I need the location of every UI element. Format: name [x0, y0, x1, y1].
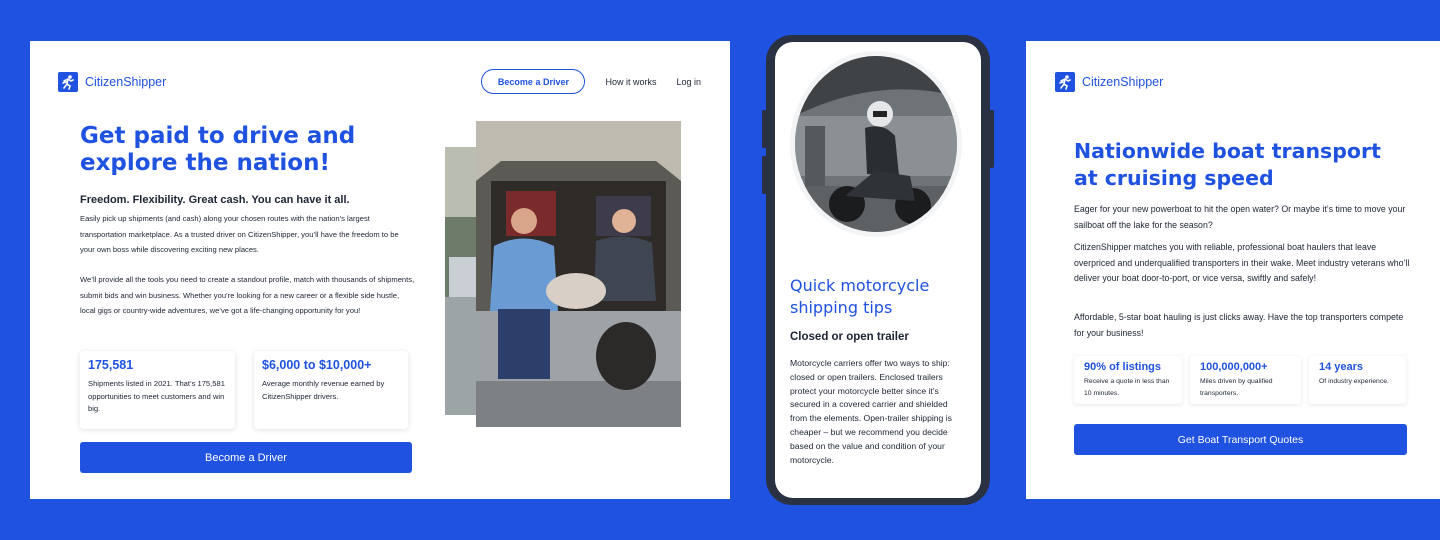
logo[interactable]: CitizenShipper [1055, 72, 1163, 92]
stat-description: Miles driven by qualified transporters. [1200, 378, 1273, 397]
boat-paragraph-1: Eager for your new powerboat to hit the … [1074, 204, 1406, 230]
logo-runner-icon [1055, 72, 1075, 92]
stat-description: Average monthly revenue earned by Citize… [262, 379, 385, 401]
stat-card-experience: 14 years Of industry experience. [1309, 356, 1406, 404]
driver-landing-card: CitizenShipper Become a Driver How it wo… [30, 41, 730, 499]
stat-value: 100,000,000+ [1200, 361, 1268, 373]
nav-how-it-works-link[interactable]: How it works [605, 77, 656, 87]
logo-text: CitizenShipper [1082, 75, 1164, 89]
stat-value: 175,581 [88, 358, 134, 372]
stat-description: Receive a quote in less than 10 minutes. [1084, 378, 1170, 397]
hero-title: Get paid to drive and explore the nation… [80, 123, 356, 176]
logo-runner-icon [58, 72, 78, 92]
nav-login-link[interactable]: Log in [676, 77, 701, 87]
phone-power-button [988, 110, 994, 168]
stat-description: Shipments listed in 2021. That’s 175,581… [88, 379, 225, 413]
nav-become-driver-button[interactable]: Become a Driver [481, 69, 586, 94]
motorcycle-tips-body: Motorcycle carriers offer two ways to sh… [790, 358, 952, 465]
become-driver-button[interactable]: Become a Driver [80, 442, 412, 473]
stat-card-shipments: 175,581 Shipments listed in 2021. That’s… [80, 351, 235, 429]
motorcycle-rider-photo [795, 56, 957, 232]
stat-description: Of industry experience. [1319, 378, 1389, 385]
get-boat-quotes-button[interactable]: Get Boat Transport Quotes [1074, 424, 1407, 455]
boat-title: Nationwide boat transport at cruising sp… [1074, 139, 1381, 190]
hero-paragraph-2: We’ll provide all the tools you need to … [80, 275, 415, 315]
boat-paragraph-3: Affordable, 5-star boat hauling is just … [1074, 312, 1404, 338]
logo-text: CitizenShipper [85, 75, 167, 89]
stat-card-quotes: 90% of listings Receive a quote in less … [1074, 356, 1182, 404]
phone-volume-up-button [762, 110, 768, 148]
phone-volume-down-button [762, 156, 768, 194]
stat-value: 90% of listings [1084, 361, 1162, 373]
boat-paragraph-2: CitizenShipper matches you with reliable… [1074, 242, 1410, 283]
motorcycle-tips-subtitle: Closed or open trailer [790, 331, 909, 343]
hero-paragraph-1: Easily pick up shipments (and cash) alon… [80, 214, 399, 254]
logo[interactable]: CitizenShipper [58, 72, 166, 92]
stat-card-revenue: $6,000 to $10,000+ Average monthly reven… [254, 351, 408, 429]
hero-subtitle: Freedom. Flexibility. Great cash. You ca… [80, 194, 350, 206]
stat-card-miles: 100,000,000+ Miles driven by qualified t… [1190, 356, 1301, 404]
driver-family-photo [476, 121, 681, 427]
motorcycle-tips-title: Quick motorcycle shipping tips [790, 276, 930, 317]
stat-value: $6,000 to $10,000+ [262, 358, 372, 372]
top-nav: Become a Driver How it works Log in [481, 69, 701, 94]
stat-value: 14 years [1319, 361, 1364, 373]
boat-transport-card: CitizenShipper Nationwide boat transport… [1026, 41, 1440, 499]
